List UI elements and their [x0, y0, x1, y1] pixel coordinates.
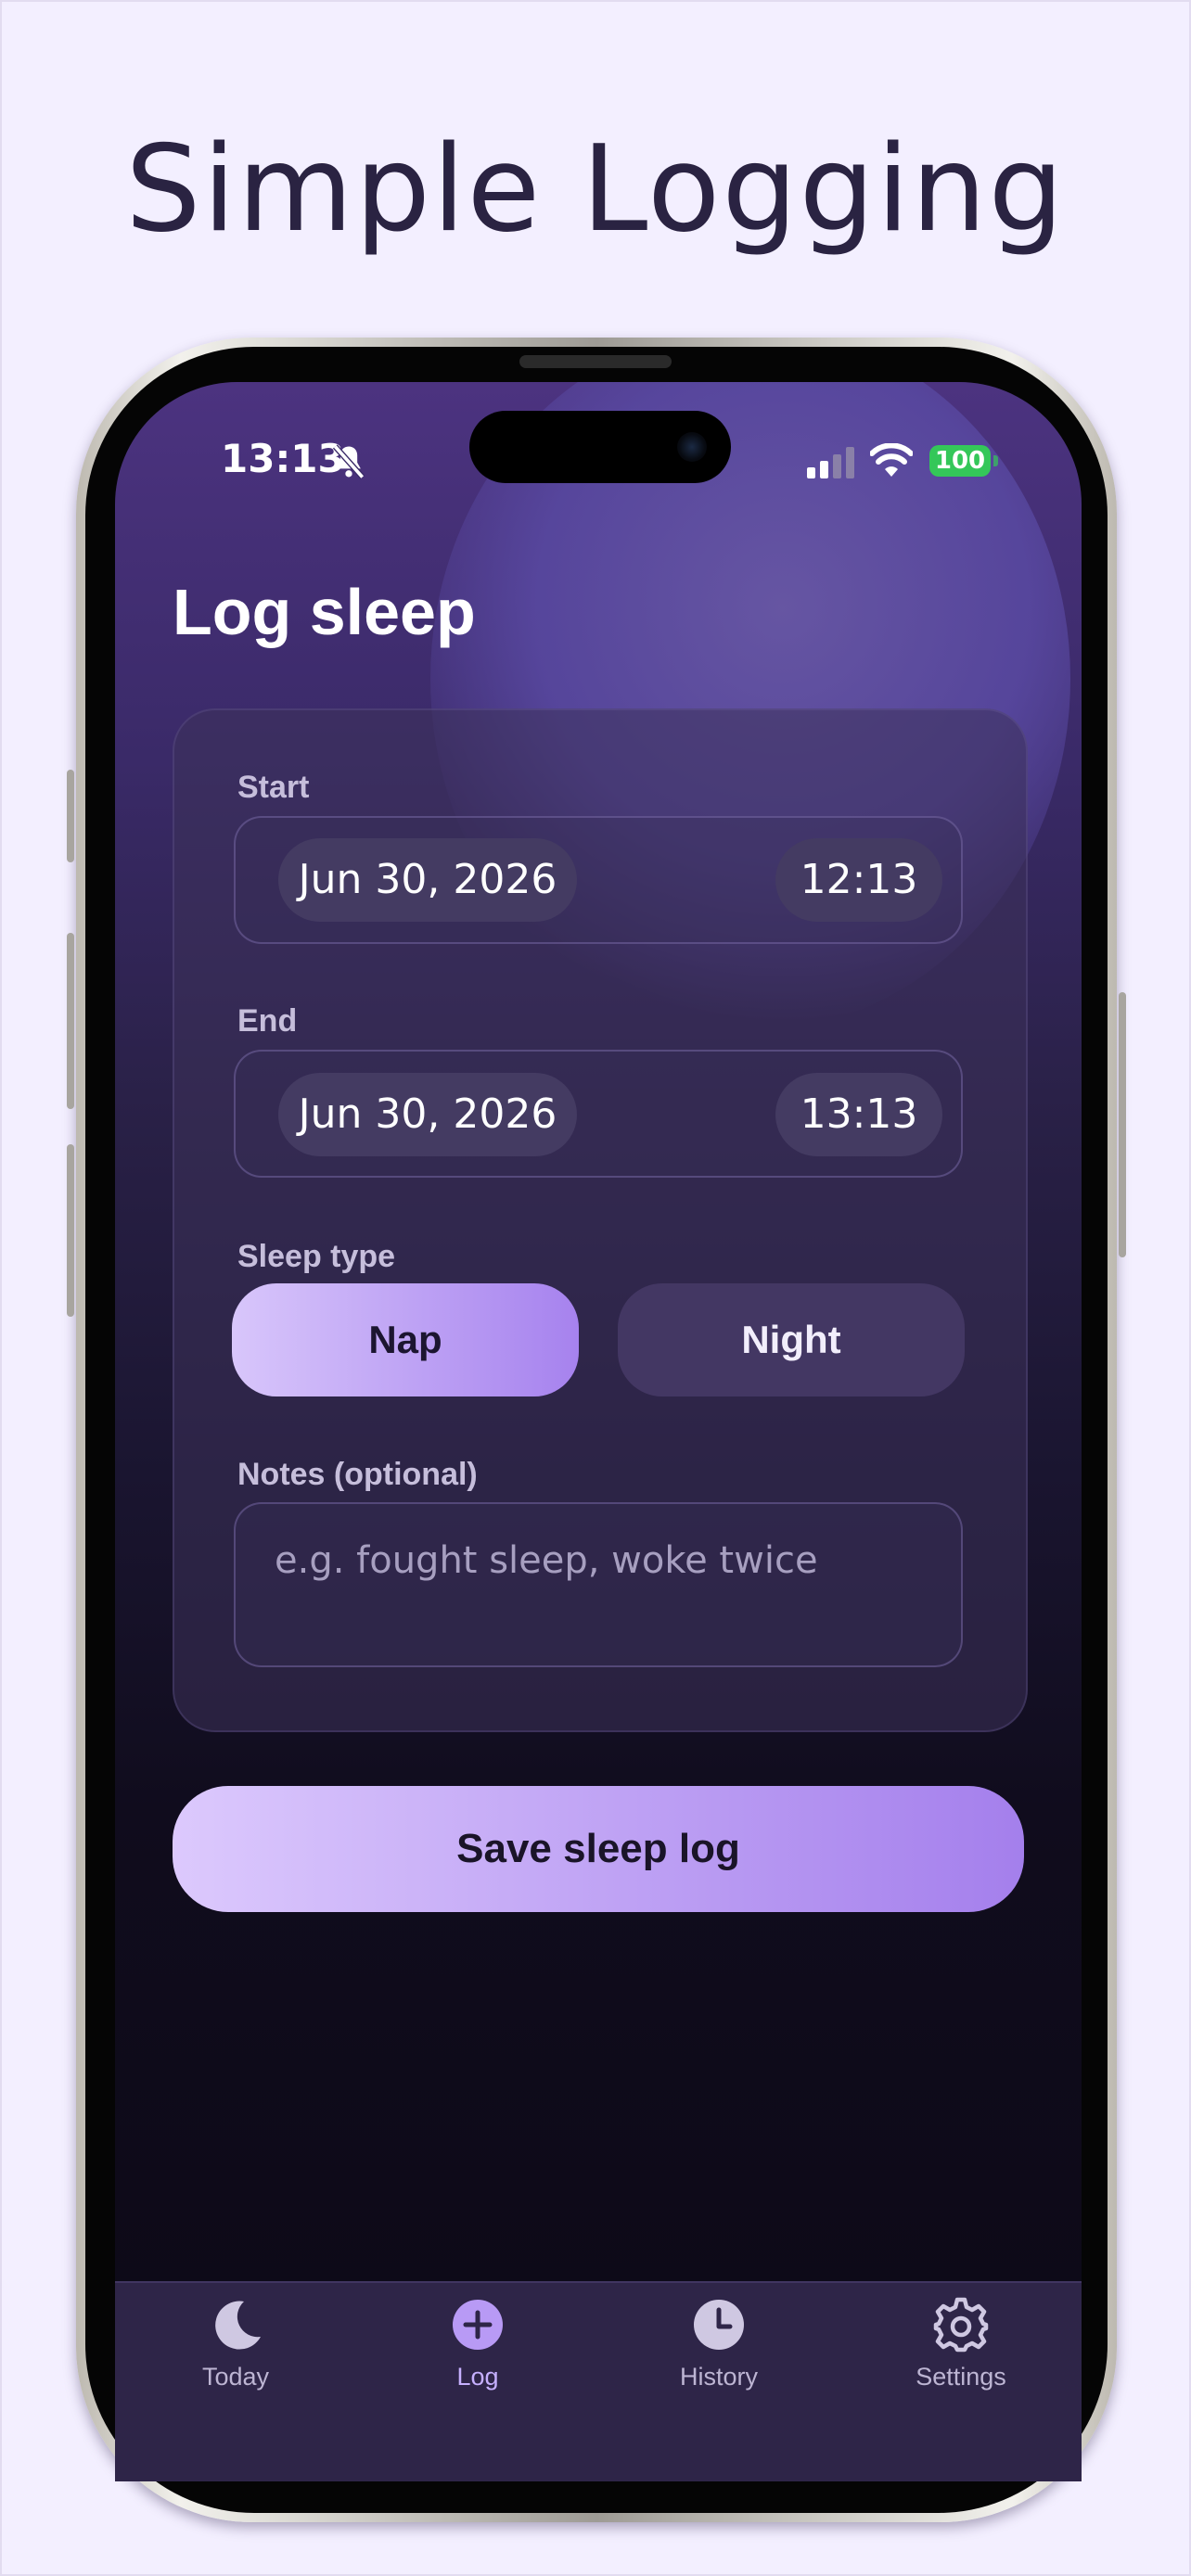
- start-time-picker[interactable]: 12:13: [775, 838, 942, 922]
- tab-today-label: Today: [201, 2363, 270, 2391]
- battery-icon: 100: [929, 445, 991, 477]
- sleep-type-nap-button[interactable]: Nap: [232, 1283, 579, 1396]
- tab-history[interactable]: History: [626, 2296, 812, 2391]
- volume-up-button: [67, 933, 74, 1109]
- mute-switch: [67, 770, 74, 862]
- volume-down-button: [67, 1144, 74, 1317]
- start-date-picker[interactable]: Jun 30, 2026: [278, 838, 577, 922]
- battery-tip: [993, 455, 998, 466]
- page-title: Log sleep: [173, 576, 476, 648]
- gear-icon: [933, 2297, 989, 2353]
- earpiece-speaker: [519, 355, 672, 368]
- clock-icon: [694, 2300, 744, 2350]
- tab-log-label: Log: [456, 2363, 499, 2391]
- bell-slash-icon: [332, 444, 365, 479]
- save-sleep-log-button[interactable]: Save sleep log: [173, 1786, 1024, 1912]
- signal-icon: [807, 447, 854, 478]
- sleep-type-night-button[interactable]: Night: [618, 1283, 965, 1396]
- start-label: Start: [237, 770, 310, 805]
- tab-log[interactable]: Log: [385, 2296, 570, 2391]
- notes-input[interactable]: e.g. fought sleep, woke twice: [234, 1502, 963, 1667]
- end-label: End: [237, 1003, 298, 1039]
- end-time-picker[interactable]: 13:13: [775, 1073, 942, 1156]
- power-button: [1119, 992, 1126, 1257]
- front-camera: [677, 432, 707, 462]
- end-date-picker[interactable]: Jun 30, 2026: [278, 1073, 577, 1156]
- promo-headline: Simple Logging: [125, 121, 1066, 259]
- wifi-icon: [870, 443, 913, 477]
- plus-circle-icon: [453, 2300, 503, 2350]
- tab-history-label: History: [679, 2363, 758, 2391]
- notes-label: Notes (optional): [237, 1457, 478, 1492]
- tab-settings[interactable]: Settings: [868, 2296, 1054, 2391]
- status-time: 13:13: [221, 436, 345, 481]
- tab-today[interactable]: Today: [143, 2296, 328, 2391]
- moon-icon: [215, 2301, 261, 2350]
- sleep-type-label: Sleep type: [237, 1239, 396, 1274]
- tab-settings-label: Settings: [916, 2363, 1006, 2391]
